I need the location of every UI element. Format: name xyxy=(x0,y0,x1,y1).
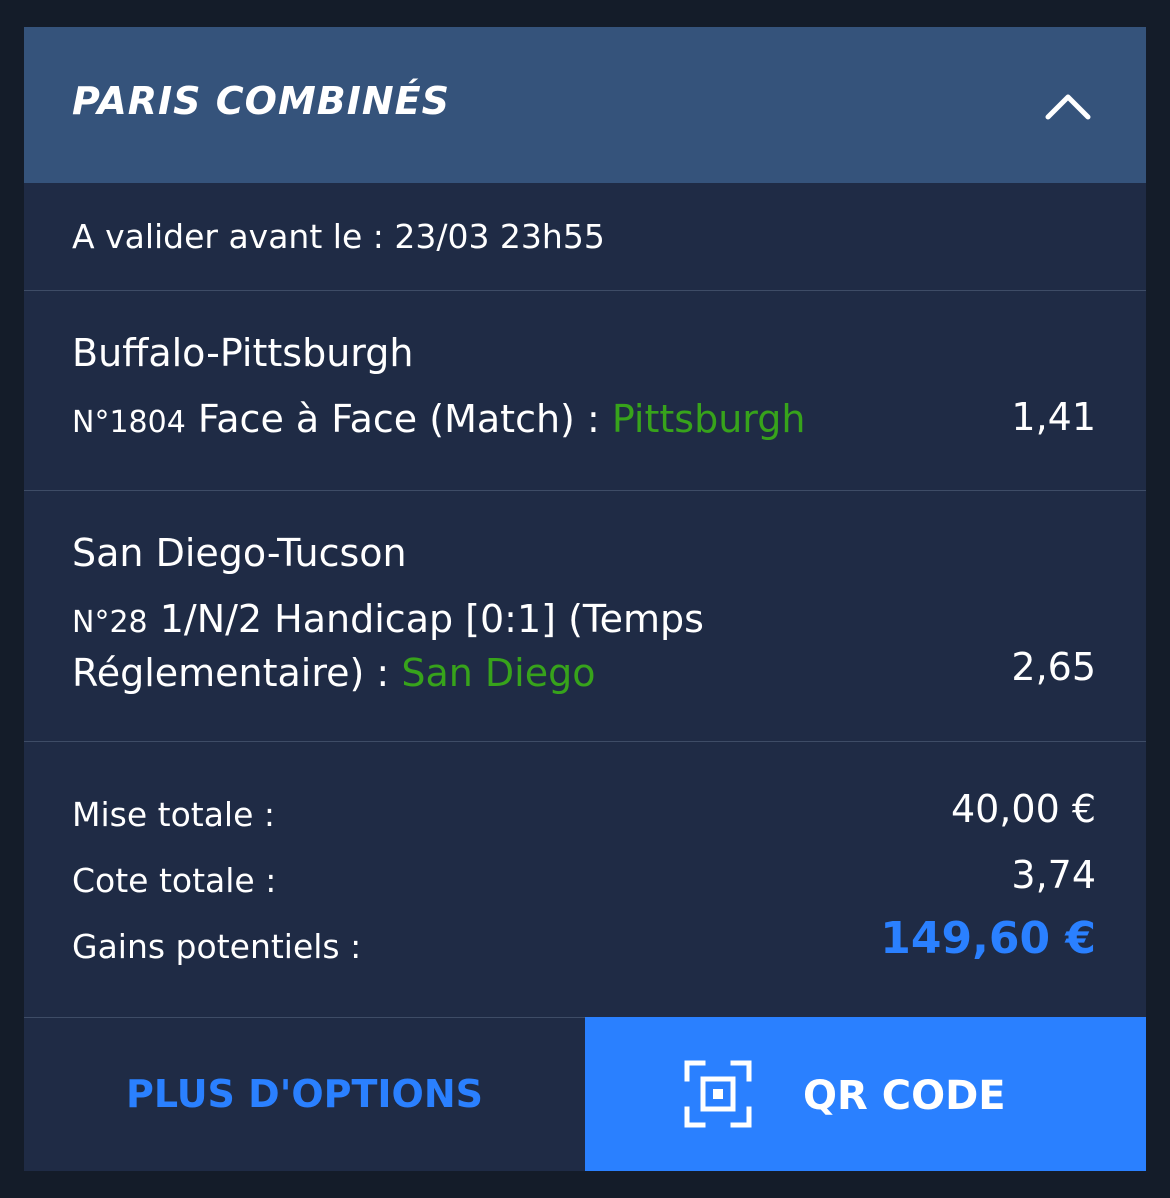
combined-bets-card: PARIS COMBINÉS A valider avant le : 23/0… xyxy=(24,27,1146,1171)
divider xyxy=(24,490,1146,491)
bet-1-odds: 1,41 xyxy=(1011,395,1096,439)
bet-2-selection: San Diego xyxy=(401,651,596,695)
qr-scan-icon xyxy=(684,1060,752,1128)
bet-2-number: N°28 xyxy=(72,605,148,640)
chevron-up-icon[interactable] xyxy=(1044,85,1092,125)
divider xyxy=(24,741,1146,742)
bet-1-line: N°1804 Face à Face (Match) : Pittsburgh xyxy=(72,394,932,448)
bet-2-market: 1/N/2 Handicap [0:1] (Temps Réglementair… xyxy=(72,597,704,695)
potential-gains-value: 149,60 € xyxy=(880,913,1096,964)
qr-code-button[interactable]: QR CODE xyxy=(585,1017,1146,1171)
more-options-label: PLUS D'OPTIONS xyxy=(125,1072,484,1116)
bet-1-number: N°1804 xyxy=(72,405,186,440)
more-options-button[interactable]: PLUS D'OPTIONS xyxy=(24,1017,585,1171)
card-header[interactable]: PARIS COMBINÉS xyxy=(24,27,1146,183)
card-title: PARIS COMBINÉS xyxy=(72,79,451,123)
potential-gains-label: Gains potentiels : xyxy=(72,927,362,966)
deadline-text: A valider avant le : 23/03 23h55 xyxy=(72,217,605,256)
total-odds-label: Cote totale : xyxy=(72,861,277,900)
stake-label: Mise totale : xyxy=(72,795,275,834)
stake-value: 40,00 € xyxy=(950,787,1096,831)
bet-2-odds: 2,65 xyxy=(1011,645,1096,689)
bet-1-match: Buffalo-Pittsburgh xyxy=(72,331,414,375)
bet-1-selection: Pittsburgh xyxy=(611,397,806,441)
bet-2-line: N°28 1/N/2 Handicap [0:1] (Temps Régleme… xyxy=(72,594,932,698)
total-odds-value: 3,74 xyxy=(1011,853,1096,897)
divider xyxy=(24,290,1146,291)
bet-1-market: Face à Face (Match) : xyxy=(197,397,600,441)
bet-2-match: San Diego-Tucson xyxy=(72,531,407,575)
qr-code-label: QR CODE xyxy=(803,1073,1006,1119)
